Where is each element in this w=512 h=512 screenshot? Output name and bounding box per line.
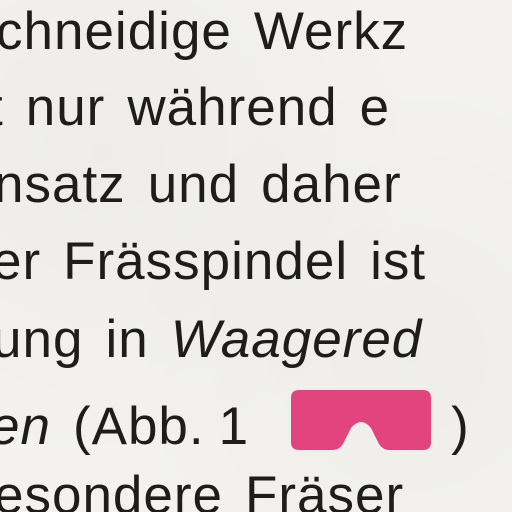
word: ung [0,310,84,369]
figure-reference: (Abb. [72,397,205,456]
word: während [127,78,338,137]
word: ist [370,232,427,291]
word: chneidige [0,2,232,61]
text-line-7: esondere Fräser [0,466,404,512]
italic-word: Waagered [170,310,423,369]
text-line-3: nsatz und daher [0,155,402,215]
text-line-1: chneidige Werkz [0,2,408,62]
word: t [0,78,4,137]
word: nur [25,78,106,137]
document-page: chneidige Werkz tnur während e nsatz unddahe… [0,0,512,512]
word: e [359,78,391,137]
text-line-6: en (Abb.1 ) [0,388,470,457]
word: er [0,232,42,291]
text-line-2: tnur während e [0,78,390,138]
glasses-icon [291,390,432,450]
word: daher [261,155,402,214]
closing-parenthesis: ) [451,397,470,456]
word: Frässpindel [63,232,349,291]
figure-number: 1 [218,397,250,456]
text-line-4: er Frässpindel ist [0,232,426,292]
glasses-shape [291,390,432,450]
word: Fräser [245,466,405,512]
word: und [147,155,240,214]
word: esondere [0,466,224,512]
italic-word: en [0,397,51,456]
word: Werkz [253,2,409,61]
text-line-5: ung in Waagered [0,310,422,370]
word: in [105,310,149,369]
word: nsatz [0,155,126,214]
